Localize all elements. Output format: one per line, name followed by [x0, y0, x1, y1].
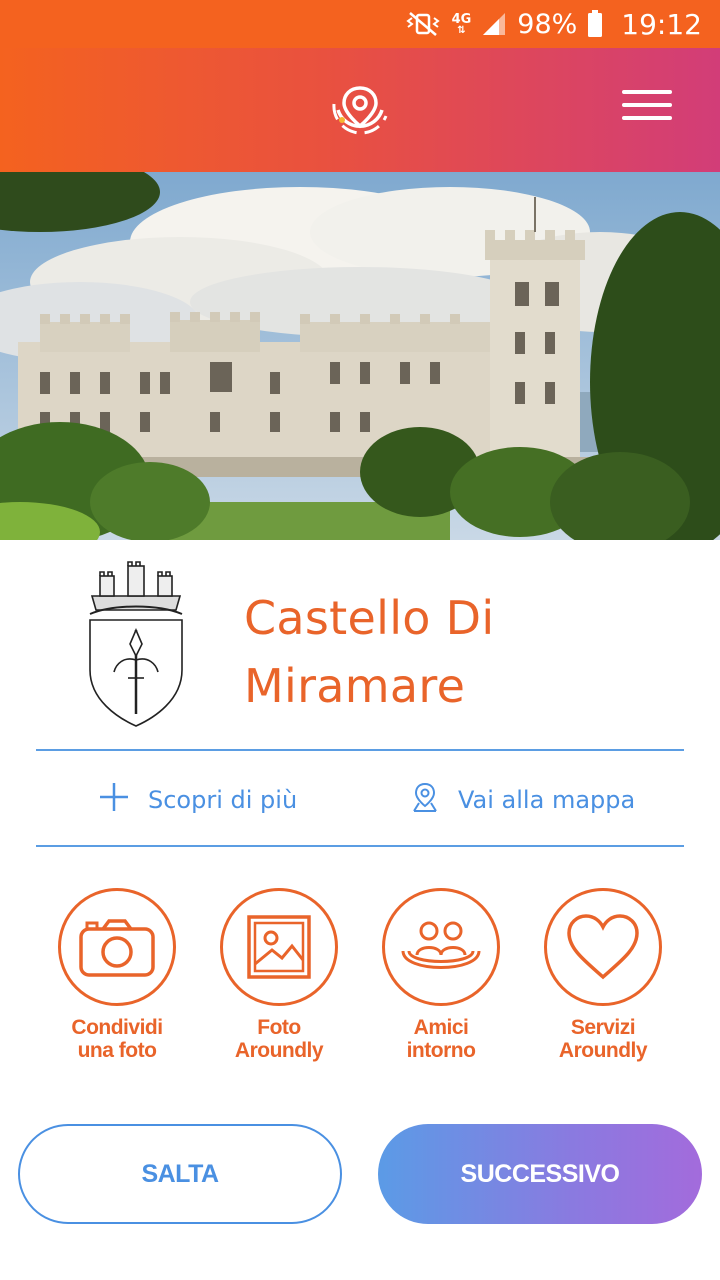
- signal-icon: [481, 11, 507, 37]
- location-pin-logo-icon[interactable]: [328, 80, 392, 144]
- app-header: [0, 48, 720, 172]
- feature-friends-nearby[interactable]: Amici intorno: [366, 888, 516, 1062]
- data-arrows-icon: ⇅: [457, 24, 466, 36]
- feature-label: Condividi una foto: [71, 1016, 163, 1062]
- next-button[interactable]: SUCCESSIVO: [378, 1124, 702, 1224]
- feature-label: Foto Aroundly: [234, 1016, 324, 1062]
- discover-more-label: Scopri di più: [148, 786, 298, 814]
- status-bar: 4G ⇅ 98% 19:12: [0, 0, 720, 48]
- feature-label: Amici intorno: [406, 1016, 476, 1062]
- divider-top: [36, 749, 684, 751]
- feature-share-photo[interactable]: Condividi una foto: [42, 888, 192, 1062]
- plus-icon: [98, 781, 130, 819]
- coat-of-arms-icon: [84, 560, 188, 730]
- network-type-label: 4G ⇅: [452, 13, 472, 36]
- battery-percent: 98%: [517, 8, 578, 40]
- mute-vibrate-icon: [404, 10, 442, 38]
- hamburger-menu-icon[interactable]: [622, 90, 672, 130]
- divider-bottom: [36, 845, 684, 847]
- clock: 19:12: [621, 7, 702, 41]
- go-to-map-link[interactable]: Vai alla mappa: [410, 778, 635, 822]
- castle-hero-image: [0, 172, 720, 540]
- battery-icon: [587, 10, 603, 38]
- friends-icon: [382, 888, 500, 1006]
- camera-icon: [58, 888, 176, 1006]
- skip-button[interactable]: SALTA: [18, 1124, 342, 1224]
- map-pin-icon: [410, 781, 440, 819]
- poi-title: Castello Di Miramare: [244, 591, 495, 713]
- feature-label: Servizi Aroundly: [558, 1016, 648, 1062]
- picture-icon: [220, 888, 338, 1006]
- feature-photo-aroundly[interactable]: Foto Aroundly: [204, 888, 354, 1062]
- feature-aroundly-services[interactable]: Servizi Aroundly: [528, 888, 678, 1062]
- heart-icon: [544, 888, 662, 1006]
- go-to-map-label: Vai alla mappa: [458, 786, 636, 814]
- discover-more-link[interactable]: Scopri di più: [98, 778, 297, 822]
- network-type-text: 4G: [451, 11, 472, 27]
